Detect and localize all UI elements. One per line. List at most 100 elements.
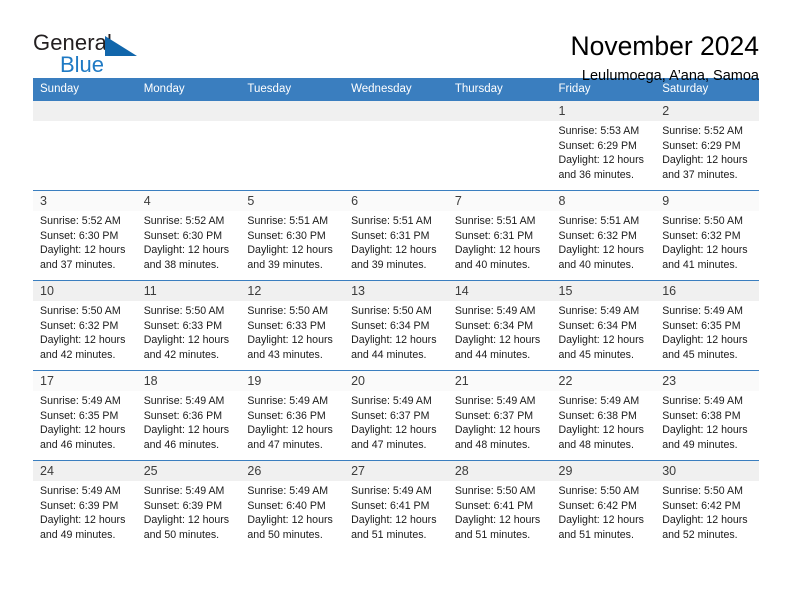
- calendar-day-cell[interactable]: 5 Sunrise: 5:51 AM Sunset: 6:30 PM Daylight…: [240, 190, 345, 281]
- sunset-text: Sunset: 6:31 PM: [454, 229, 534, 242]
- calendar-day-cell[interactable]: 23 Sunrise: 5:49 AM Sunset: 6:38 PM Dayligh…: [655, 370, 759, 461]
- calendar-day-cell[interactable]: 6 Sunrise: 5:51 AM Sunset: 6:31 PM Daylight…: [344, 190, 448, 281]
- daylight-text-line2: and 52 minutes.: [662, 528, 738, 541]
- daylight-text-line2: and 41 minutes.: [662, 258, 738, 271]
- calendar-day-cell[interactable]: 3 Sunrise: 5:52 AM Sunset: 6:30 PM Daylight…: [33, 190, 137, 281]
- sun-info: Sunrise: 5:49 AM Sunset: 6:36 PM Daylight:…: [137, 391, 241, 452]
- calendar-week-row: 24 Sunrise: 5:49 AM Sunset: 6:39 PM Dayligh…: [33, 460, 759, 551]
- calendar-day-cell[interactable]: 30 Sunrise: 5:50 AM Sunset: 6:42 PM Dayligh…: [655, 460, 759, 551]
- day-cell-inner: 25 Sunrise: 5:49 AM Sunset: 6:39 PM Dayligh…: [136, 461, 241, 551]
- calendar-day-cell[interactable]: 19 Sunrise: 5:49 AM Sunset: 6:36 PM Dayligh…: [240, 370, 345, 461]
- calendar-day-cell[interactable]: 1 Sunrise: 5:53 AM Sunset: 6:29 PM Daylight…: [551, 100, 656, 191]
- sunset-text: Sunset: 6:37 PM: [454, 409, 534, 422]
- day-number: [33, 101, 137, 121]
- calendar-day-cell[interactable]: 27 Sunrise: 5:49 AM Sunset: 6:41 PM Dayligh…: [344, 460, 448, 551]
- day-cell-inner: 15 Sunrise: 5:49 AM Sunset: 6:34 PM Dayligh…: [551, 281, 656, 370]
- daylight-text-line1: Daylight: 12 hours: [662, 244, 748, 257]
- calendar-day-cell[interactable]: 28 Sunrise: 5:50 AM Sunset: 6:41 PM Dayligh…: [447, 460, 552, 551]
- calendar-day-cell[interactable]: 20 Sunrise: 5:49 AM Sunset: 6:37 PM Dayligh…: [344, 370, 448, 461]
- calendar-day-cell[interactable]: 14 Sunrise: 5:49 AM Sunset: 6:34 PM Dayligh…: [447, 280, 552, 371]
- day-number: 25: [136, 461, 241, 481]
- calendar-table: Sunday Monday Tuesday Wednesday Thursday…: [33, 78, 759, 551]
- calendar-day-cell[interactable]: 11 Sunrise: 5:50 AM Sunset: 6:33 PM Dayligh…: [136, 280, 241, 371]
- day-cell-inner: 29 Sunrise: 5:50 AM Sunset: 6:42 PM Dayligh…: [551, 461, 656, 551]
- sunset-text: Sunset: 6:42 PM: [662, 499, 741, 512]
- daylight-text-line1: Daylight: 12 hours: [662, 514, 748, 527]
- calendar-day-cell[interactable]: 18 Sunrise: 5:49 AM Sunset: 6:36 PM Dayligh…: [136, 370, 241, 461]
- sun-info: Sunrise: 5:49 AM Sunset: 6:38 PM Daylight:…: [655, 391, 759, 452]
- calendar-day-cell-empty: [447, 100, 552, 191]
- daylight-text-line2: and 40 minutes.: [454, 258, 531, 271]
- sun-info: Sunrise: 5:49 AM Sunset: 6:36 PM Daylight:…: [240, 391, 344, 452]
- sunrise-text: Sunrise: 5:49 AM: [247, 485, 329, 497]
- sunrise-text: Sunrise: 5:49 AM: [662, 395, 743, 407]
- calendar-day-cell[interactable]: 26 Sunrise: 5:49 AM Sunset: 6:40 PM Dayligh…: [240, 460, 345, 551]
- calendar-day-cell[interactable]: 10 Sunrise: 5:50 AM Sunset: 6:32 PM Dayligh…: [33, 280, 137, 371]
- calendar-day-cell[interactable]: 4 Sunrise: 5:52 AM Sunset: 6:30 PM Daylight…: [136, 190, 241, 281]
- calendar-day-cell[interactable]: 8 Sunrise: 5:51 AM Sunset: 6:32 PM Daylight…: [551, 190, 656, 281]
- calendar-day-cell[interactable]: 21 Sunrise: 5:49 AM Sunset: 6:37 PM Dayligh…: [447, 370, 552, 461]
- day-cell-inner: 10 Sunrise: 5:50 AM Sunset: 6:32 PM Dayligh…: [33, 281, 137, 370]
- sunset-text: Sunset: 6:34 PM: [558, 319, 637, 332]
- daylight-text-line2: and 44 minutes.: [454, 348, 531, 361]
- daylight-text-line2: and 48 minutes.: [558, 438, 634, 451]
- sun-info: Sunrise: 5:52 AM Sunset: 6:29 PM Daylight:…: [655, 121, 759, 182]
- daylight-text-line1: Daylight: 12 hours: [558, 424, 644, 437]
- calendar-day-cell[interactable]: 25 Sunrise: 5:49 AM Sunset: 6:39 PM Dayligh…: [136, 460, 241, 551]
- sunrise-text: Sunrise: 5:53 AM: [558, 125, 640, 137]
- calendar-day-cell-empty: [344, 100, 448, 191]
- calendar-day-cell[interactable]: 9 Sunrise: 5:50 AM Sunset: 6:32 PM Daylight…: [655, 190, 759, 281]
- sun-info: Sunrise: 5:49 AM Sunset: 6:35 PM Daylight:…: [33, 391, 137, 452]
- daylight-text-line1: Daylight: 12 hours: [143, 514, 230, 527]
- sun-info: Sunrise: 5:50 AM Sunset: 6:41 PM Daylight:…: [448, 481, 552, 542]
- calendar-day-cell[interactable]: 17 Sunrise: 5:49 AM Sunset: 6:35 PM Dayligh…: [33, 370, 137, 461]
- daylight-text-line1: Daylight: 12 hours: [454, 334, 541, 347]
- sunrise-text: Sunrise: 5:50 AM: [558, 485, 640, 497]
- calendar-day-cell[interactable]: 16 Sunrise: 5:49 AM Sunset: 6:35 PM Dayligh…: [655, 280, 759, 371]
- day-number: 16: [655, 281, 759, 301]
- sun-info: Sunrise: 5:50 AM Sunset: 6:32 PM Daylight:…: [33, 301, 137, 362]
- day-cell-inner: 30 Sunrise: 5:50 AM Sunset: 6:42 PM Dayligh…: [655, 461, 759, 551]
- daylight-text-line1: Daylight: 12 hours: [662, 334, 748, 347]
- sunrise-text: Sunrise: 5:49 AM: [558, 395, 640, 407]
- day-number: 29: [551, 461, 656, 481]
- sunrise-text: Sunrise: 5:50 AM: [143, 305, 225, 317]
- daylight-text-line2: and 49 minutes.: [662, 438, 738, 451]
- calendar-page: General Blue November 2024 Leulumoega, A…: [0, 0, 792, 612]
- sun-info: Sunrise: 5:50 AM Sunset: 6:34 PM Daylight:…: [344, 301, 448, 362]
- day-number: 2: [655, 101, 759, 121]
- sunset-text: Sunset: 6:38 PM: [558, 409, 637, 422]
- calendar-day-cell[interactable]: 15 Sunrise: 5:49 AM Sunset: 6:34 PM Dayligh…: [551, 280, 656, 371]
- daylight-text-line1: Daylight: 12 hours: [454, 514, 541, 527]
- sunset-text: Sunset: 6:34 PM: [454, 319, 534, 332]
- sunset-text: Sunset: 6:32 PM: [662, 229, 741, 242]
- calendar-day-cell[interactable]: 13 Sunrise: 5:50 AM Sunset: 6:34 PM Dayligh…: [344, 280, 448, 371]
- calendar-day-cell[interactable]: 29 Sunrise: 5:50 AM Sunset: 6:42 PM Dayligh…: [551, 460, 656, 551]
- day-number: 26: [240, 461, 345, 481]
- calendar-day-cell[interactable]: 12 Sunrise: 5:50 AM Sunset: 6:33 PM Dayligh…: [240, 280, 345, 371]
- calendar-day-cell[interactable]: 24 Sunrise: 5:49 AM Sunset: 6:39 PM Dayligh…: [33, 460, 137, 551]
- day-cell-inner: 20 Sunrise: 5:49 AM Sunset: 6:37 PM Dayligh…: [344, 371, 448, 460]
- daylight-text-line1: Daylight: 12 hours: [40, 244, 126, 257]
- day-number: 23: [655, 371, 759, 391]
- sunrise-text: Sunrise: 5:50 AM: [351, 305, 432, 317]
- sunset-text: Sunset: 6:35 PM: [662, 319, 741, 332]
- sunrise-text: Sunrise: 5:50 AM: [662, 215, 743, 227]
- daylight-text-line1: Daylight: 12 hours: [558, 514, 644, 527]
- general-blue-logo[interactable]: General Blue: [33, 30, 148, 82]
- daylight-text-line1: Daylight: 12 hours: [143, 334, 230, 347]
- calendar-day-cell[interactable]: 7 Sunrise: 5:51 AM Sunset: 6:31 PM Daylight…: [447, 190, 552, 281]
- daylight-text-line2: and 39 minutes.: [351, 258, 427, 271]
- sun-info: Sunrise: 5:52 AM Sunset: 6:30 PM Daylight:…: [137, 211, 241, 272]
- sun-info: Sunrise: 5:52 AM Sunset: 6:30 PM Daylight:…: [33, 211, 137, 272]
- calendar-day-cell[interactable]: 2 Sunrise: 5:52 AM Sunset: 6:29 PM Daylight…: [655, 100, 759, 191]
- page-title: November 2024: [570, 31, 759, 61]
- triangle-icon: [105, 36, 137, 56]
- sun-info: Sunrise: 5:51 AM Sunset: 6:30 PM Daylight:…: [240, 211, 344, 272]
- daylight-text-line2: and 42 minutes.: [143, 348, 220, 361]
- sunset-text: Sunset: 6:30 PM: [247, 229, 326, 242]
- calendar-day-cell[interactable]: 22 Sunrise: 5:49 AM Sunset: 6:38 PM Dayligh…: [551, 370, 656, 461]
- day-number: [344, 101, 448, 121]
- weekday-header-monday: Monday: [136, 78, 241, 101]
- calendar-day-cell-empty: [33, 100, 137, 191]
